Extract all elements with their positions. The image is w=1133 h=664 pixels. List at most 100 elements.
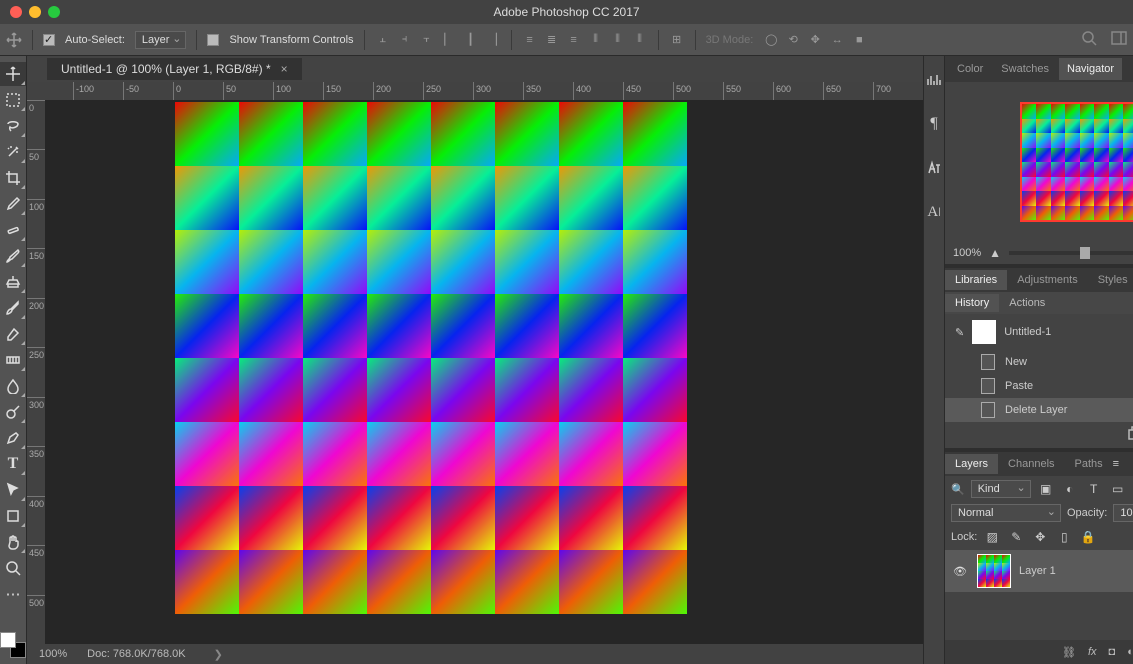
auto-select-checkbox[interactable] (43, 34, 55, 46)
edit-toolbar[interactable]: ⋯ (0, 582, 26, 606)
ruler-vertical[interactable]: 050100150200250300350400450500 (27, 100, 45, 644)
tab-layers[interactable]: Layers (945, 454, 998, 474)
dodge-tool[interactable] (0, 400, 26, 424)
close-tab-icon[interactable]: × (281, 62, 288, 76)
layer-thumbnail[interactable] (977, 554, 1011, 588)
opacity-input[interactable]: 100% (1113, 504, 1133, 522)
zoom-slider[interactable] (1009, 251, 1133, 255)
layers-footer: ⛓ fx ◘ ◐ ▣ ▤ 🗑 (945, 640, 1133, 664)
layer-row[interactable]: 👁 Layer 1 (945, 550, 1133, 592)
lock-artboard-icon[interactable]: ▯ (1055, 528, 1073, 546)
dist-bottom-icon[interactable]: ≡ (566, 32, 582, 48)
auto-align-icon[interactable]: ⊞ (669, 32, 685, 48)
filter-adjust-icon[interactable]: ◐ (1061, 480, 1079, 498)
history-item[interactable]: New (945, 350, 1133, 374)
type-tool[interactable]: T (0, 452, 26, 476)
visibility-icon[interactable]: 👁 (953, 565, 969, 578)
layer-style-icon[interactable]: fx (1088, 646, 1097, 658)
history-item[interactable]: Delete Layer (945, 398, 1133, 422)
auto-select-target-dropdown[interactable]: Layer (135, 31, 187, 49)
lasso-tool[interactable] (0, 114, 26, 138)
close-window[interactable] (10, 6, 22, 18)
hand-tool[interactable] (0, 530, 26, 554)
align-vcenter-icon[interactable]: ⫞ (397, 32, 413, 48)
tab-swatches[interactable]: Swatches (993, 58, 1057, 80)
clone-stamp-tool[interactable] (0, 270, 26, 294)
healing-tool[interactable] (0, 218, 26, 242)
tab-libraries[interactable]: Libraries (945, 270, 1007, 290)
crop-tool[interactable] (0, 166, 26, 190)
navigator-thumbnail[interactable] (1020, 102, 1133, 222)
move-tool-icon[interactable] (6, 32, 22, 48)
shape-tool[interactable] (0, 504, 26, 528)
move-tool[interactable] (0, 62, 26, 86)
eraser-tool[interactable] (0, 322, 26, 346)
tab-paths[interactable]: Paths (1065, 454, 1113, 474)
filter-pixel-icon[interactable]: ▣ (1037, 480, 1055, 498)
zoom-out-icon[interactable]: ▲ (989, 246, 1001, 260)
ruler-horizontal[interactable]: -100-50050100150200250300350400450500550… (27, 82, 923, 100)
workspace-switcher-icon[interactable] (1111, 30, 1127, 49)
filter-kind-dropdown[interactable]: Kind (971, 480, 1031, 498)
history-doc-header[interactable]: ✎ Untitled-1 (945, 314, 1133, 350)
tab-navigator[interactable]: Navigator (1059, 58, 1122, 80)
align-top-icon[interactable]: ⫠ (375, 32, 391, 48)
tab-styles[interactable]: Styles (1088, 270, 1133, 290)
history-brush-tool[interactable] (0, 296, 26, 320)
gradient-tool[interactable] (0, 348, 26, 372)
minimize-window[interactable] (29, 6, 41, 18)
document-tab[interactable]: Untitled-1 @ 100% (Layer 1, RGB/8#) * × (47, 58, 302, 80)
tab-channels[interactable]: Channels (998, 454, 1064, 474)
layer-name[interactable]: Layer 1 (1019, 565, 1056, 577)
magic-wand-tool[interactable] (0, 140, 26, 164)
filter-type-icon[interactable]: T (1085, 480, 1103, 498)
panel-menu-icon[interactable]: ≡ (1113, 458, 1119, 470)
tab-histogram[interactable]: Histogram (1124, 58, 1133, 80)
blur-tool[interactable] (0, 374, 26, 398)
blend-mode-dropdown[interactable]: Normal (951, 504, 1061, 522)
history-brush-source-icon[interactable]: ✎ (955, 326, 964, 339)
status-zoom[interactable]: 100% (39, 648, 67, 660)
lock-transparency-icon[interactable]: ▨ (983, 528, 1001, 546)
status-menu-icon[interactable]: ❯ (214, 648, 223, 661)
dist-right-icon[interactable]: ⦀ (632, 32, 648, 48)
dist-left-icon[interactable]: ⦀ (588, 32, 604, 48)
paragraph-panel-icon[interactable]: ¶ (924, 114, 944, 134)
search-icon[interactable] (1081, 30, 1097, 49)
maximize-window[interactable] (48, 6, 60, 18)
create-document-icon[interactable] (1127, 426, 1133, 445)
lock-all-icon[interactable]: 🔒 (1079, 528, 1097, 546)
align-hcenter-icon[interactable]: ┃ (463, 32, 479, 48)
zoom-tool[interactable] (0, 556, 26, 580)
eyedropper-tool[interactable] (0, 192, 26, 216)
tab-color[interactable]: Color (949, 58, 991, 80)
navigator-zoom-value[interactable]: 100% (953, 247, 981, 259)
histogram-panel-icon[interactable] (924, 70, 944, 90)
dist-hcenter-icon[interactable]: ⦀ (610, 32, 626, 48)
marquee-tool[interactable] (0, 88, 26, 112)
link-layers-icon[interactable]: ⛓ (1062, 646, 1076, 659)
show-transform-checkbox[interactable] (207, 34, 219, 46)
tab-actions[interactable]: Actions (999, 294, 1055, 312)
tab-history[interactable]: History (945, 294, 999, 312)
glyphs-panel-icon[interactable] (924, 158, 944, 178)
layer-mask-icon[interactable]: ◘ (1109, 646, 1116, 658)
align-left-icon[interactable]: ▏ (441, 32, 457, 48)
dist-vcenter-icon[interactable]: ≣ (544, 32, 560, 48)
color-swatches[interactable] (0, 632, 26, 658)
align-bottom-icon[interactable]: ⫟ (419, 32, 435, 48)
align-right-icon[interactable]: ▕ (485, 32, 501, 48)
character-panel-icon[interactable]: A| (924, 202, 944, 222)
dist-top-icon[interactable]: ≡ (522, 32, 538, 48)
lock-position-icon[interactable]: ✥ (1031, 528, 1049, 546)
lock-pixels-icon[interactable]: ✎ (1007, 528, 1025, 546)
tab-adjustments[interactable]: Adjustments (1007, 270, 1088, 290)
history-item[interactable]: Paste (945, 374, 1133, 398)
path-select-tool[interactable] (0, 478, 26, 502)
pen-tool[interactable] (0, 426, 26, 450)
status-doc-size[interactable]: Doc: 768.0K/768.0K (87, 648, 185, 660)
adjustment-layer-icon[interactable]: ◐ (1127, 646, 1133, 658)
brush-tool[interactable] (0, 244, 26, 268)
canvas[interactable] (45, 100, 923, 644)
filter-shape-icon[interactable]: ▭ (1109, 480, 1127, 498)
